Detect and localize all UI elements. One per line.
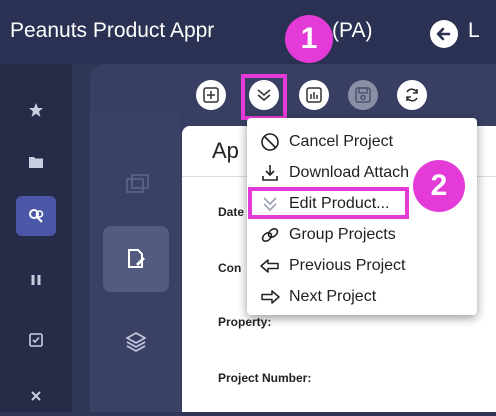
report-button[interactable] — [299, 80, 329, 110]
date-label: Date — [218, 205, 245, 219]
sidebar-item-folders[interactable] — [16, 142, 56, 182]
close-icon — [31, 391, 41, 401]
page-title-tail: L — [468, 19, 480, 42]
menu-item-label: Previous Project — [289, 256, 406, 274]
step1-callout: 1 — [285, 15, 333, 63]
save-icon — [355, 87, 371, 103]
page-title: Peanuts Product Appr — [10, 19, 215, 42]
menu-item-cancel-project[interactable]: Cancel Project — [247, 126, 477, 157]
star-icon — [29, 103, 43, 117]
layers-nav[interactable] — [116, 322, 156, 362]
pause-icon — [31, 275, 41, 285]
menu-item-next-project[interactable]: Next Project — [247, 281, 477, 312]
gallery-nav[interactable] — [118, 164, 158, 204]
save-button[interactable] — [348, 80, 378, 110]
form-title: Ap — [212, 138, 239, 163]
menu-item-label: Next Project — [289, 287, 377, 305]
project-number-label: Project Number: — [218, 371, 312, 385]
refresh-icon — [406, 88, 418, 102]
page-title-suffix: (PA) — [332, 19, 373, 42]
project-panel-nav — [90, 110, 180, 412]
sidebar-item-paused[interactable] — [16, 260, 56, 300]
menu-item-label: Cancel Project — [289, 132, 394, 150]
more-actions-button[interactable] — [249, 80, 279, 110]
menu-item-group-projects[interactable]: Group Projects — [247, 219, 477, 250]
top-bar: Peanuts Product Appr (PA) L — [0, 0, 496, 64]
sidebar-item-close[interactable] — [16, 376, 56, 416]
edit-document-icon — [128, 249, 145, 268]
step2-callout: 2 — [413, 160, 465, 212]
arrow-left-circle-icon — [436, 27, 451, 41]
back-button[interactable] — [430, 20, 458, 48]
add-button[interactable] — [196, 80, 226, 110]
property-label: Property: — [218, 315, 272, 329]
folder-icon — [29, 157, 43, 168]
sidebar — [0, 64, 72, 412]
checkbox-icon — [29, 333, 43, 347]
sidebar-item-tasks[interactable] — [16, 320, 56, 360]
step2-highlight — [248, 187, 409, 219]
sidebar-item-people[interactable] — [16, 196, 56, 236]
menu-item-label: Group Projects — [289, 225, 396, 243]
chevron-double-down-icon — [257, 89, 271, 102]
bar-chart-icon — [306, 87, 322, 103]
layers-icon — [125, 332, 147, 352]
edit-document-nav[interactable] — [103, 226, 169, 292]
con-label: Con — [218, 261, 242, 275]
menu-item-previous-project[interactable]: Previous Project — [247, 250, 477, 281]
sidebar-item-favorites[interactable] — [16, 90, 56, 130]
download-icon — [262, 164, 278, 181]
add-box-icon — [203, 87, 219, 103]
arrow-right-outline-icon — [261, 289, 280, 304]
refresh-button[interactable] — [397, 80, 427, 110]
arrow-left-outline-icon — [260, 258, 279, 273]
link-icon — [261, 227, 279, 242]
menu-item-label: Download Attach — [289, 163, 410, 181]
people-icon — [29, 209, 44, 223]
cancel-circle-icon — [261, 132, 279, 151]
gallery-icon — [126, 174, 149, 193]
